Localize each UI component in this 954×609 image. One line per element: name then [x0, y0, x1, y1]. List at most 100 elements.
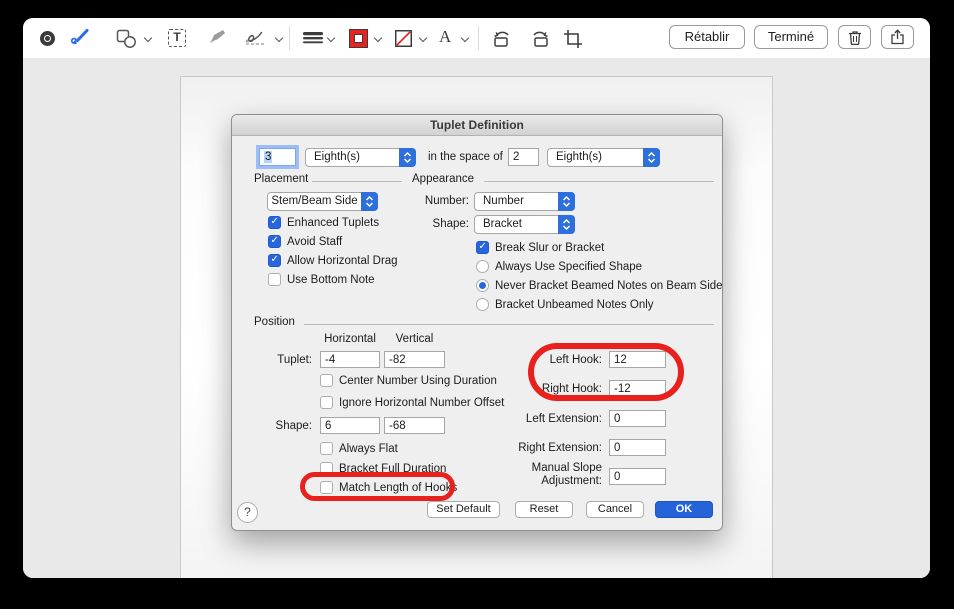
- shape-horizontal-field[interactable]: 6: [320, 417, 380, 434]
- shape-label: Shape:: [382, 218, 469, 230]
- radio-button: [476, 260, 489, 273]
- text-style-icon[interactable]: A: [439, 27, 451, 47]
- help-button[interactable]: ?: [237, 502, 258, 523]
- shapes-chevron-icon[interactable]: [144, 34, 152, 42]
- share-icon: [890, 29, 905, 45]
- rotate-right-icon[interactable]: [527, 28, 551, 48]
- checkbox-box: [268, 254, 281, 267]
- radio-never-bracket-beamed-notes[interactable]: Never Bracket Beamed Notes on Beam Side: [476, 279, 723, 293]
- checkbox-always-flat[interactable]: Always Flat: [320, 442, 398, 456]
- checkbox-ignore-horizontal-number-offset[interactable]: Ignore Horizontal Number Offset: [320, 396, 504, 410]
- right-extension-field[interactable]: 0: [609, 439, 666, 456]
- tuplet-vertical-value: -82: [389, 354, 406, 366]
- radio-label: Always Use Specified Shape: [495, 261, 642, 273]
- text-style-chevron-icon[interactable]: [461, 34, 469, 42]
- checkbox-enhanced-tuplets[interactable]: Enhanced Tuplets: [268, 216, 379, 230]
- radio-label: Never Bracket Beamed Notes on Beam Side: [495, 280, 723, 292]
- tuplet-count-value: 3: [264, 151, 272, 163]
- tuplet-vertical-field[interactable]: -82: [384, 351, 445, 368]
- redo-button[interactable]: Rétablir: [669, 25, 745, 49]
- cancel-button[interactable]: Cancel: [586, 501, 644, 518]
- checkbox-label: Use Bottom Note: [287, 274, 375, 286]
- space-count-field[interactable]: 2: [508, 148, 539, 166]
- markup-window: T: [23, 18, 930, 578]
- tuplet-row-label: Tuplet:: [250, 354, 312, 366]
- match-hooks-annotation-circle: [300, 472, 455, 501]
- stepper-icon: [558, 192, 575, 211]
- tuplet-definition-dialog: Tuplet Definition 3 Eighth(s) in the spa…: [231, 114, 723, 531]
- checkbox-use-bottom-note[interactable]: Use Bottom Note: [268, 273, 375, 287]
- stepper-icon: [558, 215, 575, 234]
- number-dropdown[interactable]: Number: [474, 192, 575, 211]
- radio-bracket-unbeamed-notes-only[interactable]: Bracket Unbeamed Notes Only: [476, 298, 654, 312]
- markup-toolbar: T: [23, 18, 930, 58]
- toolbar-divider: [289, 26, 290, 50]
- ok-button[interactable]: OK: [655, 501, 713, 518]
- fill-color-chevron-icon[interactable]: [419, 34, 427, 42]
- tuplet-horizontal-field[interactable]: -4: [320, 351, 380, 368]
- vertical-column-label: Vertical: [384, 333, 445, 345]
- border-color-icon[interactable]: [350, 30, 367, 47]
- reset-button[interactable]: Reset: [515, 501, 573, 518]
- crop-icon[interactable]: [563, 29, 583, 49]
- highlighter-icon[interactable]: [206, 28, 228, 48]
- checkbox-box: [268, 235, 281, 248]
- border-color-chevron-icon[interactable]: [374, 34, 382, 42]
- left-extension-field[interactable]: 0: [609, 410, 666, 427]
- space-unit-dropdown[interactable]: Eighth(s): [547, 148, 660, 167]
- checkbox-box: [268, 273, 281, 286]
- text-tool-icon[interactable]: T: [168, 29, 186, 47]
- placement-header: Placement: [254, 173, 308, 185]
- number-label: Number:: [382, 195, 469, 207]
- line-weight-icon[interactable]: [302, 31, 324, 45]
- position-header-rule: [304, 324, 714, 325]
- space-unit-value: Eighth(s): [556, 149, 602, 166]
- shapes-icon[interactable]: [116, 29, 138, 49]
- trash-button[interactable]: [838, 25, 871, 49]
- right-extension-value: 0: [614, 442, 620, 454]
- done-button[interactable]: Terminé: [754, 25, 828, 49]
- appearance-header: Appearance: [412, 173, 474, 185]
- checkbox-box: [320, 442, 333, 455]
- manual-slope-field[interactable]: 0: [609, 468, 666, 485]
- radio-button: [476, 298, 489, 311]
- checkbox-label: Break Slur or Bracket: [495, 242, 604, 254]
- stepper-icon: [643, 148, 660, 167]
- signature-icon[interactable]: [244, 28, 270, 48]
- fill-color-icon[interactable]: [395, 30, 412, 47]
- checkbox-label: Avoid Staff: [287, 236, 342, 248]
- checkbox-allow-horizontal-drag[interactable]: Allow Horizontal Drag: [268, 254, 398, 268]
- rotate-left-icon[interactable]: [491, 28, 515, 48]
- draw-dot-icon[interactable]: [40, 31, 55, 46]
- placement-side-dropdown[interactable]: Stem/Beam Side: [267, 192, 378, 211]
- line-weight-chevron-icon[interactable]: [327, 34, 335, 42]
- radio-label: Bracket Unbeamed Notes Only: [495, 299, 654, 311]
- checkbox-box: [320, 396, 333, 409]
- share-button[interactable]: [881, 25, 914, 49]
- hooks-annotation-circle: [528, 343, 684, 401]
- trash-icon: [848, 30, 862, 45]
- shape-vertical-value: -68: [389, 420, 406, 432]
- space-count-value: 2: [513, 151, 519, 163]
- count-unit-dropdown[interactable]: Eighth(s): [305, 148, 416, 167]
- count-unit-value: Eighth(s): [314, 149, 360, 166]
- shape-dropdown[interactable]: Bracket: [474, 215, 575, 234]
- screenshot-page: Tuplet Definition 3 Eighth(s) in the spa…: [180, 76, 773, 578]
- sketch-pen-icon[interactable]: [69, 27, 91, 49]
- set-default-button[interactable]: Set Default: [427, 501, 500, 518]
- horizontal-column-label: Horizontal: [310, 333, 390, 345]
- toolbar-divider: [478, 26, 479, 50]
- radio-always-use-specified-shape[interactable]: Always Use Specified Shape: [476, 260, 642, 274]
- placement-side-value: Stem/Beam Side: [268, 193, 361, 210]
- right-extension-label: Right Extension:: [462, 442, 602, 454]
- left-extension-value: 0: [614, 413, 620, 425]
- checkbox-avoid-staff[interactable]: Avoid Staff: [268, 235, 342, 249]
- manual-slope-label-line2: Adjustment:: [462, 475, 602, 487]
- shape-vertical-field[interactable]: -68: [384, 417, 445, 434]
- tuplet-count-field[interactable]: 3: [259, 148, 296, 166]
- checkbox-break-slur-or-bracket[interactable]: Break Slur or Bracket: [476, 241, 604, 255]
- signature-chevron-icon[interactable]: [275, 34, 283, 42]
- checkbox-box: [476, 241, 489, 254]
- shape-horizontal-value: 6: [325, 420, 331, 432]
- dialog-titlebar[interactable]: Tuplet Definition: [232, 115, 722, 136]
